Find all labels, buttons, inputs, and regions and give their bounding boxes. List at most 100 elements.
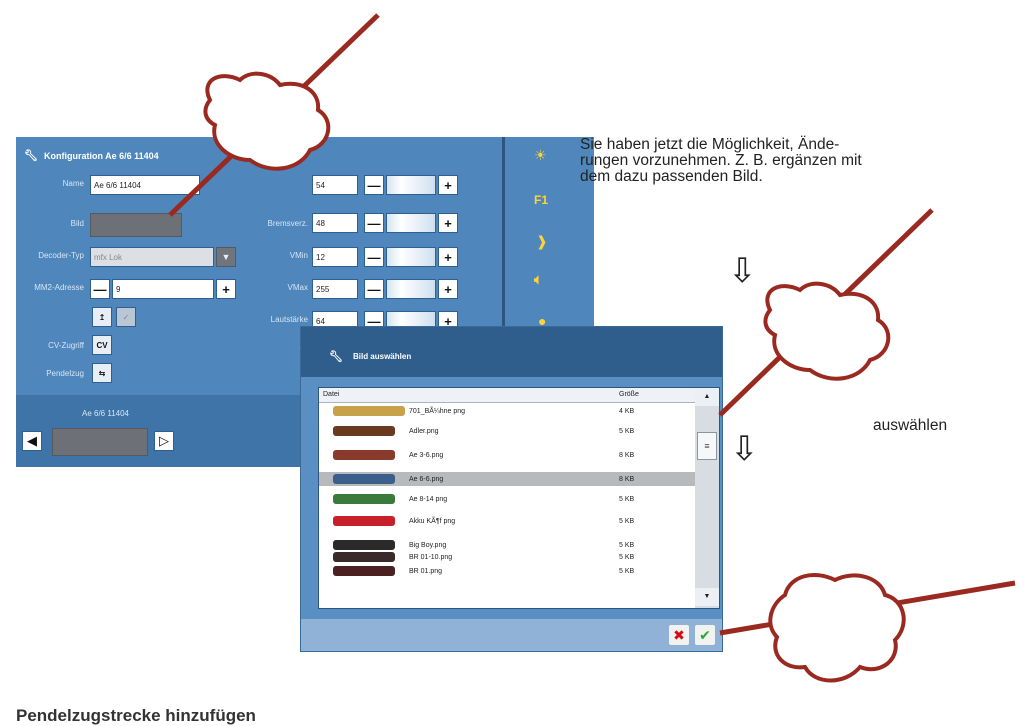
- vmin-field[interactable]: 12: [312, 247, 358, 267]
- wrench-icon: 🔧︎: [329, 351, 343, 363]
- file-name: BR 01.png: [409, 567, 443, 575]
- file-row[interactable]: Ae 3-6.png 8 KB: [319, 448, 695, 462]
- confirm-small-button[interactable]: ✓: [116, 307, 136, 327]
- col-size: Größe: [619, 391, 639, 398]
- check-icon: ✔: [699, 626, 711, 643]
- cv-access-label: CV-Zugriff: [48, 341, 84, 350]
- file-size: 5 KB: [619, 567, 635, 575]
- pen-hand-illustration-3: [719, 573, 1016, 683]
- mm2-address-label: MM2-Adresse: [34, 283, 84, 292]
- file-name: Akku KÃ¶f png: [409, 517, 456, 525]
- plus-icon: +: [444, 249, 452, 265]
- file-name: Ae 8-14 png: [409, 495, 448, 503]
- decoder-type-label: Decoder-Typ: [38, 251, 84, 260]
- mm2-minus-button[interactable]: —: [90, 279, 110, 299]
- locomotive-thumbnail: [333, 516, 395, 526]
- plus-icon: +: [444, 215, 452, 231]
- minus-icon: —: [93, 281, 107, 297]
- plus-icon: +: [444, 177, 452, 193]
- vmin-label: VMin: [289, 251, 308, 260]
- hand-shape: [763, 281, 891, 381]
- check-icon: ✓: [122, 312, 130, 322]
- shuttle-train-label: Pendelzug: [46, 369, 84, 378]
- cancel-button[interactable]: ✖: [669, 625, 689, 645]
- dialog-title-text: Bild auswählen: [352, 352, 412, 361]
- file-name: Ae 6-6.png: [409, 475, 444, 483]
- vmax-field[interactable]: 255: [312, 279, 358, 299]
- file-name: Adler.png: [409, 427, 439, 435]
- pen-hand-illustration-1: [168, 13, 380, 217]
- config-title-text: Konfiguration Ae 6/6 11404: [43, 150, 159, 161]
- loco-image-preview: [52, 428, 148, 456]
- confirm-button[interactable]: ✔: [695, 625, 715, 645]
- down-arrow-icon-2: ⇩: [730, 430, 759, 468]
- tacho-label: Ta: [228, 347, 308, 356]
- file-size: 5 KB: [619, 495, 635, 503]
- vmax-label: VMax: [287, 283, 308, 292]
- sound-function-icon[interactable]: 🔈︎: [534, 271, 542, 288]
- vmax-plus-button[interactable]: +: [438, 279, 458, 299]
- file-row[interactable]: BR 01.png 5 KB: [319, 564, 695, 578]
- vmin-plus-button[interactable]: +: [438, 247, 458, 267]
- file-row[interactable]: 701_BÃ¼hne png 4 KB: [319, 404, 695, 418]
- config-title: 🔧︎ Konfiguration Ae 6/6 11404: [24, 149, 159, 162]
- file-name: Big Boy.png: [409, 541, 447, 549]
- instruction-line-1: Sie haben jetzt die Möglichkeit, Ände-: [580, 136, 840, 153]
- horn-function-icon[interactable]: ❱: [536, 233, 548, 250]
- locomotive-thumbnail: [333, 552, 395, 562]
- cv-access-button[interactable]: CV: [92, 335, 112, 355]
- name-label: Name: [62, 179, 84, 188]
- file-size: 4 KB: [619, 407, 635, 415]
- instruction-line-3: dem dazu passenden Bild.: [580, 168, 763, 185]
- wrench-icon: 🔧︎: [24, 150, 38, 162]
- file-size: 8 KB: [619, 451, 635, 459]
- vmin-slider[interactable]: [386, 247, 436, 267]
- decoder-type-select[interactable]: mfx Lok: [90, 247, 214, 267]
- image-chooser-dialog: 🔧︎ Bild auswählen Datei Größe 701_BÃ¼hne…: [300, 326, 723, 652]
- file-row[interactable]: BR 01-10.png 5 KB: [319, 550, 695, 564]
- file-row[interactable]: Akku KÃ¶f png 5 KB: [319, 514, 695, 528]
- read-button[interactable]: ↥: [92, 307, 112, 327]
- vmin-minus-button[interactable]: —: [364, 247, 384, 267]
- file-name: BR 01-10.png: [409, 553, 453, 561]
- file-row[interactable]: Ae 6-6.png 8 KB: [319, 472, 695, 486]
- file-size: 5 KB: [619, 427, 635, 435]
- vmax-minus-button[interactable]: —: [364, 279, 384, 299]
- file-name: Ae 3-6.png: [409, 451, 444, 459]
- brake-plus-button[interactable]: +: [438, 213, 458, 233]
- minus-icon: —: [367, 281, 381, 297]
- accel-plus-button[interactable]: +: [438, 175, 458, 195]
- arrow-left-icon: ◀: [27, 433, 37, 448]
- shuttle-train-button[interactable]: ⇆: [92, 363, 112, 383]
- file-size: 5 KB: [619, 553, 635, 561]
- file-size: 5 KB: [619, 517, 635, 525]
- file-list-header: Datei Größe: [319, 388, 719, 403]
- image-label: Bild: [70, 219, 84, 228]
- volume-label: Lautstärke: [270, 315, 308, 324]
- mm2-address-field[interactable]: 9: [112, 279, 214, 299]
- col-file: Datei: [323, 391, 340, 398]
- light-function-icon[interactable]: ☀: [534, 147, 547, 164]
- prev-loco-button[interactable]: ◀: [22, 431, 42, 451]
- shuttle-icon: ⇆: [98, 368, 106, 378]
- scroll-thumb[interactable]: ≡: [697, 432, 717, 460]
- f1-function-icon[interactable]: F1: [534, 193, 548, 207]
- locomotive-thumbnail: [333, 474, 395, 484]
- file-row[interactable]: Ae 8-14 png 5 KB: [319, 492, 695, 506]
- loco-nav-label: Ae 6/6 11404: [82, 409, 130, 418]
- file-size: 8 KB: [619, 475, 635, 483]
- pen-hand-illustration-2: [718, 208, 934, 417]
- minus-icon: —: [367, 249, 381, 265]
- vmax-slider[interactable]: [386, 279, 436, 299]
- hand-shape: [768, 573, 906, 683]
- locomotive-thumbnail: [333, 426, 395, 436]
- triangle-down-icon: ▼: [703, 593, 711, 600]
- dialog-footer: ✖ ✔: [301, 619, 722, 651]
- instruction-line-2: rungen vorzunehmen. Z. B. ergänzen mit: [580, 152, 862, 169]
- instruction-text: Sie haben jetzt die Möglichkeit, Ände- r…: [580, 137, 1000, 185]
- file-row[interactable]: Adler.png 5 KB: [319, 424, 695, 438]
- locomotive-thumbnail: [333, 566, 395, 576]
- next-loco-button[interactable]: ▷: [154, 431, 174, 451]
- cv-badge-icon: CV: [96, 340, 108, 350]
- file-list[interactable]: Datei Größe 701_BÃ¼hne png 4 KB Adler.png 5…: [318, 387, 720, 609]
